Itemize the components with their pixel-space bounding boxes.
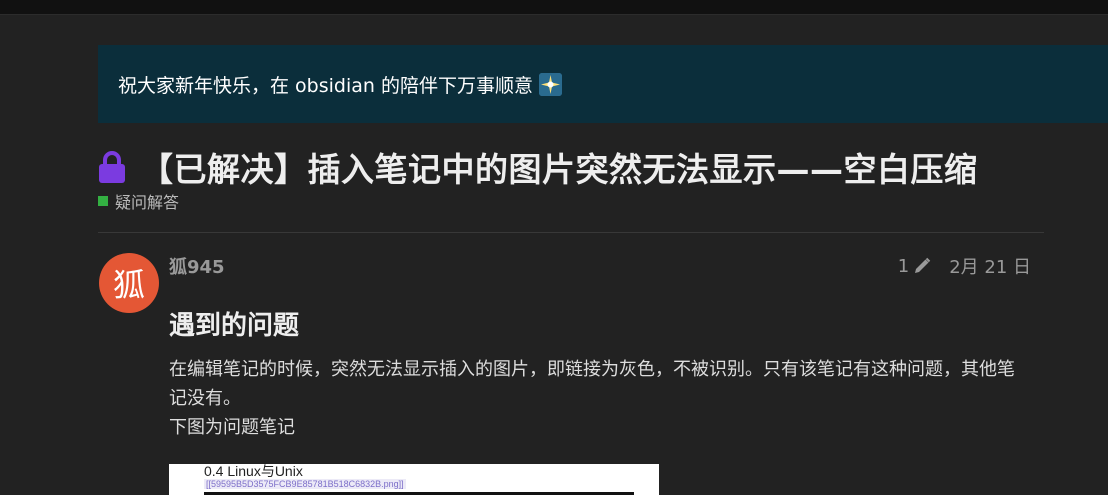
post-date[interactable]: 2月 21 日 <box>949 253 1031 279</box>
post-body: 在编辑笔记的时候，突然无法显示插入的图片，即链接为灰色，不被识别。只有该笔记有这… <box>169 355 1029 442</box>
top-header-bar <box>0 0 1108 15</box>
pencil-icon[interactable] <box>913 257 931 275</box>
post-meta: 1 2月 21 日 <box>898 253 1031 279</box>
edit-count[interactable]: 1 <box>898 256 909 277</box>
title-divider <box>98 232 1044 233</box>
post-username[interactable]: 狐945 <box>169 253 225 279</box>
post-paragraph: 下图为问题笔记 <box>169 417 295 438</box>
category-name: 疑问解答 <box>115 193 180 212</box>
post-heading: 遇到的问题 <box>169 311 300 341</box>
avatar[interactable]: 狐 <box>99 253 159 313</box>
topic-title[interactable]: 【已解决】插入笔记中的图片突然无法显示——空白压缩 <box>140 143 978 191</box>
sparkle-icon <box>538 72 562 96</box>
post-paragraph: 在编辑笔记的时候，突然无法显示插入的图片，即链接为灰色，不被识别。只有该笔记有这… <box>169 359 1015 409</box>
topic-title-row: 【已解决】插入笔记中的图片突然无法显示——空白压缩 <box>98 142 978 192</box>
banner-text: 祝大家新年快乐，在 obsidian 的陪伴下万事顺意 <box>118 74 533 97</box>
post-image[interactable]: 0.4 Linux与Unix [[59595B5D3575FCB9E85781B… <box>169 464 659 495</box>
lock-icon <box>99 151 125 183</box>
category-color-swatch <box>98 196 108 206</box>
announcement-banner: 祝大家新年快乐，在 obsidian 的陪伴下万事顺意 <box>98 45 1108 123</box>
image-note-link: [[59595B5D3575FCB9E85781B518C6832B.png]] <box>204 479 406 489</box>
category-badge[interactable]: 疑问解答 <box>98 189 179 213</box>
